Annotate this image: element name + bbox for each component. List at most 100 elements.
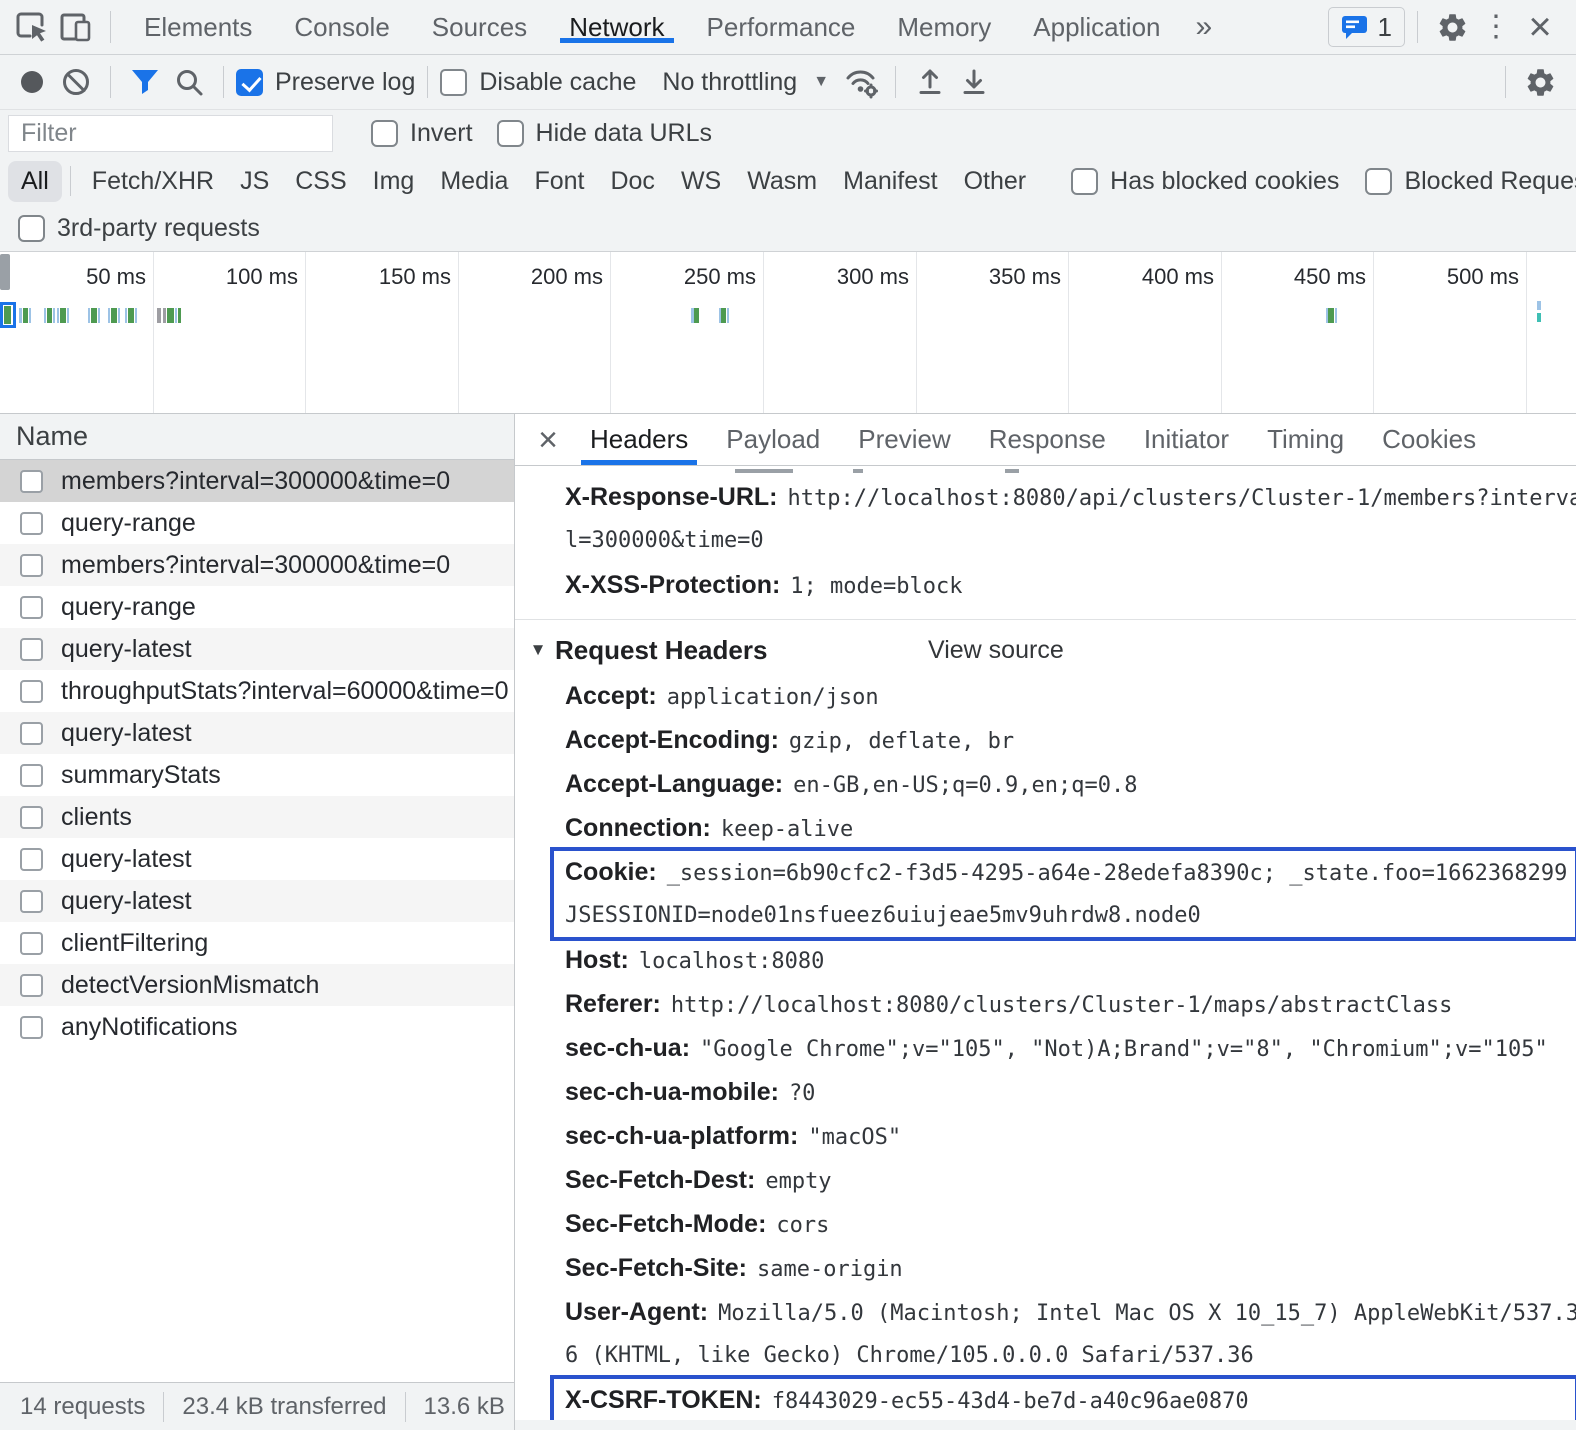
has-blocked-cookies-checkbox[interactable] <box>1071 168 1098 195</box>
collapse-triangle-icon[interactable]: ▼ <box>528 640 548 660</box>
request-row[interactable]: detectVersionMismatch <box>0 964 514 1006</box>
header-line: Referer:http://localhost:8080/clusters/C… <box>553 982 1576 1026</box>
preserve-log-label[interactable]: Preserve log <box>275 68 415 97</box>
request-checkbox[interactable] <box>20 764 43 787</box>
invert-checkbox[interactable] <box>371 120 398 147</box>
request-checkbox[interactable] <box>20 470 43 493</box>
filter-toggle-button[interactable] <box>123 60 167 104</box>
close-details-button[interactable]: × <box>525 423 571 457</box>
inspect-element-button[interactable] <box>10 5 54 49</box>
blocked-requests-label[interactable]: Blocked Requests <box>1404 167 1576 196</box>
type-filter-js[interactable]: JS <box>227 161 282 202</box>
type-filter-css[interactable]: CSS <box>282 161 359 202</box>
disable-cache-label[interactable]: Disable cache <box>479 68 636 97</box>
close-devtools-button[interactable]: × <box>1518 5 1562 49</box>
tab-elements[interactable]: Elements <box>123 12 273 43</box>
invert-label[interactable]: Invert <box>410 119 473 148</box>
request-checkbox[interactable] <box>20 554 43 577</box>
type-filter-all[interactable]: All <box>8 161 62 202</box>
overflow-menu-button[interactable]: ⋮ <box>1474 5 1518 49</box>
request-checkbox[interactable] <box>20 680 43 703</box>
detail-tab-preview[interactable]: Preview <box>839 414 969 465</box>
request-row[interactable]: query-latest <box>0 628 514 670</box>
overview-left-handle[interactable] <box>0 254 10 290</box>
request-row[interactable]: query-range <box>0 586 514 628</box>
export-har-button[interactable] <box>952 60 996 104</box>
detail-tab-headers[interactable]: Headers <box>571 414 707 465</box>
hide-data-urls-checkbox[interactable] <box>497 120 524 147</box>
view-source-button[interactable]: View source <box>928 636 1064 665</box>
type-filter-img[interactable]: Img <box>360 161 428 202</box>
header-row-sec-ch-ua-mobile: sec-ch-ua-mobile:?0 <box>553 1070 1576 1114</box>
blocked-requests-checkbox[interactable] <box>1365 168 1392 195</box>
horizontal-scrollbar[interactable] <box>515 1420 1576 1430</box>
third-party-label[interactable]: 3rd-party requests <box>57 214 260 243</box>
search-button[interactable] <box>167 60 211 104</box>
type-filter-doc[interactable]: Doc <box>597 161 667 202</box>
request-checkbox[interactable] <box>20 596 43 619</box>
tab-console[interactable]: Console <box>273 12 410 43</box>
type-filter-media[interactable]: Media <box>427 161 521 202</box>
request-checkbox[interactable] <box>20 890 43 913</box>
has-blocked-cookies-label[interactable]: Has blocked cookies <box>1110 167 1339 196</box>
device-toolbar-button[interactable] <box>54 5 98 49</box>
request-row[interactable]: query-latest <box>0 712 514 754</box>
issues-counter[interactable]: 1 <box>1328 7 1405 47</box>
request-row[interactable]: anyNotifications <box>0 1006 514 1048</box>
settings-button[interactable] <box>1430 5 1474 49</box>
network-settings-button[interactable] <box>1518 60 1562 104</box>
request-row[interactable]: summaryStats <box>0 754 514 796</box>
network-overview-timeline[interactable]: 50 ms100 ms150 ms200 ms250 ms300 ms350 m… <box>0 252 1576 414</box>
detail-tab-cookies[interactable]: Cookies <box>1363 414 1495 465</box>
request-checkbox[interactable] <box>20 932 43 955</box>
third-party-checkbox[interactable] <box>18 215 45 242</box>
type-filter-manifest[interactable]: Manifest <box>830 161 950 202</box>
type-filter-ws[interactable]: WS <box>668 161 734 202</box>
request-checkbox[interactable] <box>20 806 43 829</box>
request-checkbox[interactable] <box>20 512 43 535</box>
tab-memory[interactable]: Memory <box>876 12 1012 43</box>
detail-tab-payload[interactable]: Payload <box>707 414 839 465</box>
name-column-header[interactable]: Name <box>0 414 514 460</box>
type-filter-wasm[interactable]: Wasm <box>734 161 830 202</box>
type-filter-other[interactable]: Other <box>951 161 1040 202</box>
record-network-log-button[interactable] <box>10 60 54 104</box>
request-row[interactable]: query-range <box>0 502 514 544</box>
clear-network-log-button[interactable] <box>54 60 98 104</box>
detail-tab-initiator[interactable]: Initiator <box>1125 414 1248 465</box>
filter-input[interactable] <box>8 115 333 152</box>
tab-sources[interactable]: Sources <box>411 12 548 43</box>
chevron-down-icon[interactable]: ▼ <box>813 73 829 91</box>
waterfall-mark <box>44 308 46 323</box>
waterfall-mark <box>111 308 117 323</box>
type-filter-font[interactable]: Font <box>521 161 597 202</box>
request-checkbox[interactable] <box>20 848 43 871</box>
type-filter-fetch-xhr[interactable]: Fetch/XHR <box>79 161 227 202</box>
request-checkbox[interactable] <box>20 722 43 745</box>
throttling-select[interactable]: No throttling <box>662 68 797 97</box>
request-row[interactable]: members?interval=300000&time=0 <box>0 544 514 586</box>
tab-performance[interactable]: Performance <box>686 12 877 43</box>
request-row[interactable]: query-latest <box>0 838 514 880</box>
request-row[interactable]: throughputStats?interval=60000&time=0 <box>0 670 514 712</box>
preserve-log-checkbox[interactable] <box>236 69 263 96</box>
request-row[interactable]: clientFiltering <box>0 922 514 964</box>
request-row[interactable]: query-latest <box>0 880 514 922</box>
network-conditions-button[interactable] <box>839 60 883 104</box>
detail-tab-response[interactable]: Response <box>970 414 1125 465</box>
import-har-button[interactable] <box>908 60 952 104</box>
hide-data-urls-label[interactable]: Hide data URLs <box>536 119 712 148</box>
request-checkbox[interactable] <box>20 638 43 661</box>
tab-application[interactable]: Application <box>1012 12 1181 43</box>
tab-network[interactable]: Network <box>548 12 685 43</box>
request-headers-section[interactable]: ▼ Request Headers View source <box>528 626 1576 674</box>
request-row[interactable]: clients <box>0 796 514 838</box>
request-checkbox[interactable] <box>20 974 43 997</box>
more-tabs-button[interactable]: » <box>1182 10 1227 44</box>
detail-tab-timing[interactable]: Timing <box>1248 414 1363 465</box>
header-line: Host:localhost:8080 <box>553 938 1576 982</box>
request-checkbox[interactable] <box>20 1016 43 1039</box>
disable-cache-checkbox[interactable] <box>440 69 467 96</box>
request-row[interactable]: members?interval=300000&time=0 <box>0 460 514 502</box>
header-line: Connection:keep-alive <box>553 806 1576 850</box>
